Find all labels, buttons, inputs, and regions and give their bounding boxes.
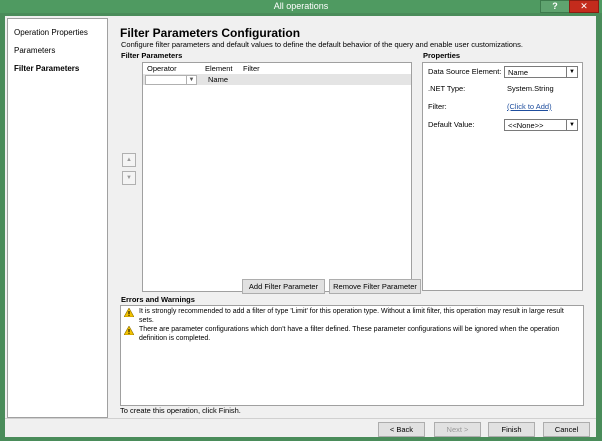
page-title: Filter Parameters Configuration: [120, 26, 301, 40]
properties-label: Properties: [423, 51, 461, 60]
nav-item-parameters[interactable]: Parameters: [14, 46, 55, 55]
cancel-button[interactable]: Cancel: [543, 422, 590, 437]
filter-add-link[interactable]: (Click to Add): [507, 102, 552, 111]
default-value-value: <<None>>: [508, 121, 544, 130]
dialog-window: All operations ? ✕ Operation Properties …: [0, 0, 602, 441]
main-content: Filter Parameters Configuration Configur…: [112, 16, 596, 416]
back-button[interactable]: < Back: [378, 422, 425, 437]
warning-icon: [124, 326, 134, 335]
chevron-down-icon: ▼: [186, 76, 196, 84]
element-cell: Name: [208, 75, 229, 84]
help-button[interactable]: ?: [540, 0, 570, 13]
arrow-down-icon: ▼: [126, 175, 132, 181]
chevron-down-icon: ▼: [566, 120, 577, 130]
column-header-filter[interactable]: Filter: [243, 64, 260, 73]
errors-warnings-panel: It is strongly recommended to add a filt…: [120, 305, 584, 406]
add-filter-parameter-button[interactable]: Add Filter Parameter: [242, 279, 325, 294]
column-header-element[interactable]: Element: [205, 64, 233, 73]
wizard-nav: Operation Properties Parameters Filter P…: [7, 18, 108, 418]
warning-icon: [124, 308, 134, 317]
warning-message: There are parameter configurations which…: [139, 326, 560, 342]
window-title: All operations: [273, 1, 329, 11]
move-down-button[interactable]: ▼: [122, 171, 136, 185]
move-up-button[interactable]: ▲: [122, 153, 136, 167]
properties-panel: Data Source Element: Name ▼ .NET Type: S…: [422, 62, 583, 291]
next-button[interactable]: Next >: [434, 422, 481, 437]
operator-dropdown[interactable]: ▼: [145, 75, 197, 85]
close-button[interactable]: ✕: [569, 0, 599, 13]
remove-filter-parameter-button[interactable]: Remove Filter Parameter: [329, 279, 421, 294]
default-value-dropdown[interactable]: <<None>> ▼: [504, 119, 578, 131]
wizard-footer: < Back Next > Finish Cancel: [5, 418, 596, 437]
data-source-element-label: Data Source Element:: [428, 67, 502, 76]
filter-label: Filter:: [428, 102, 447, 111]
nav-item-filter-parameters[interactable]: Filter Parameters: [14, 64, 79, 73]
errors-warnings-label: Errors and Warnings: [121, 295, 195, 304]
finish-button[interactable]: Finish: [488, 422, 535, 437]
data-source-element-dropdown[interactable]: Name ▼: [504, 66, 578, 78]
finish-hint: To create this operation, click Finish.: [120, 406, 241, 415]
default-value-label: Default Value:: [428, 120, 475, 129]
table-row[interactable]: ▼ Name: [143, 74, 411, 85]
net-type-label: .NET Type:: [428, 84, 466, 93]
nav-item-operation-properties[interactable]: Operation Properties: [14, 28, 88, 37]
filter-parameters-grid[interactable]: Operator Element Filter ▼ Name: [142, 62, 412, 292]
page-description: Configure filter parameters and default …: [121, 40, 523, 49]
column-header-operator[interactable]: Operator: [147, 64, 177, 73]
warning-message: It is strongly recommended to add a filt…: [139, 308, 564, 324]
net-type-value: System.String: [507, 84, 554, 93]
dialog-client: Operation Properties Parameters Filter P…: [5, 16, 596, 437]
chevron-down-icon: ▼: [566, 67, 577, 77]
title-bar[interactable]: All operations ? ✕: [0, 0, 602, 13]
filter-parameters-label: Filter Parameters: [121, 51, 183, 60]
arrow-up-icon: ▲: [126, 157, 132, 163]
data-source-element-value: Name: [508, 68, 529, 77]
